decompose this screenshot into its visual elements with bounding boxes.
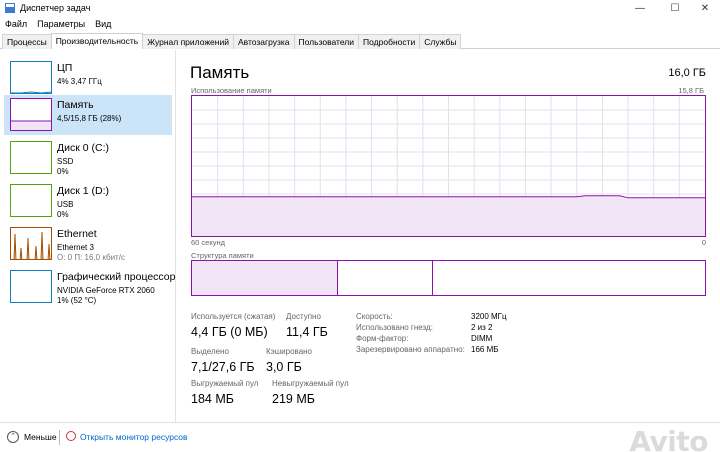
cached-label: Кэшировано bbox=[266, 347, 313, 356]
tab-services[interactable]: Службы bbox=[419, 34, 462, 49]
committed-value: 7,1/27,6 ГБ bbox=[191, 360, 255, 374]
disk0-thumbnail-graph bbox=[10, 141, 52, 174]
tab-app-history[interactable]: Журнал приложений bbox=[142, 34, 234, 49]
in-use-label: Используется (сжатая) bbox=[191, 312, 276, 321]
page-title: Память bbox=[190, 63, 250, 82]
tab-users[interactable]: Пользователи bbox=[293, 34, 360, 49]
ethernet-mini-chart bbox=[13, 231, 51, 259]
menu-bar: Файл Параметры Вид bbox=[0, 17, 720, 33]
form-factor-value: DIMM bbox=[471, 334, 493, 343]
sidebar-item-detail-2: 0% bbox=[57, 210, 69, 219]
chevron-up-icon[interactable]: ⌃ bbox=[7, 431, 19, 443]
sidebar-item-disk-1[interactable]: Диск 1 (D:) USB 0% bbox=[4, 181, 172, 221]
menu-options[interactable]: Параметры bbox=[32, 17, 90, 33]
available-label: Доступно bbox=[286, 312, 321, 321]
slots-value: 2 из 2 bbox=[471, 323, 493, 332]
memory-structure-bar bbox=[191, 260, 706, 296]
form-factor-label: Форм-фактор: bbox=[356, 334, 409, 343]
sidebar-item-detail: SSD bbox=[57, 157, 74, 166]
sidebar-item-label: Диск 0 (C:) bbox=[57, 142, 109, 154]
sidebar-item-disk-0[interactable]: Диск 0 (C:) SSD 0% bbox=[4, 138, 172, 178]
sidebar-item-label: ЦП bbox=[57, 62, 73, 74]
in-use-value: 4,4 ГБ (0 МБ) bbox=[191, 325, 268, 339]
minimize-button[interactable]: — bbox=[625, 0, 655, 17]
usage-area bbox=[192, 195, 705, 236]
sidebar-item-label: Диск 1 (D:) bbox=[57, 185, 109, 197]
menu-file[interactable]: Файл bbox=[0, 17, 32, 33]
sidebar-item-gpu[interactable]: Графический процессор NVIDIA GeForce RTX… bbox=[4, 267, 176, 307]
committed-label: Выделено bbox=[191, 347, 229, 356]
cpu-thumbnail-graph bbox=[10, 61, 52, 94]
memory-usage-chart bbox=[192, 96, 705, 236]
nonpaged-pool-label: Невыгружаемый пул bbox=[272, 379, 349, 388]
graph-time-right: 0 bbox=[701, 238, 706, 247]
resource-monitor-icon bbox=[66, 431, 76, 441]
close-button[interactable]: ✕ bbox=[690, 0, 720, 17]
tab-performance[interactable]: Производительность bbox=[50, 33, 144, 49]
tab-processes[interactable]: Процессы bbox=[2, 34, 52, 49]
structure-caption: Структура памяти bbox=[191, 251, 254, 260]
sidebar-item-memory[interactable]: Память 4,5/15,8 ГБ (28%) bbox=[4, 95, 172, 135]
hardware-reserved-label: Зарезервировано аппаратно: bbox=[356, 345, 465, 354]
hardware-reserved-value: 166 МБ bbox=[471, 345, 499, 354]
title-bar: Диспетчер задач — ☐ ✕ bbox=[0, 0, 720, 17]
structure-segment-modified bbox=[338, 261, 433, 295]
open-resource-monitor-link[interactable]: Открыть монитор ресурсов bbox=[80, 432, 188, 442]
tab-details[interactable]: Подробности bbox=[358, 34, 421, 49]
sidebar-item-ethernet[interactable]: Ethernet Ethernet 3 О: 0 П: 16,0 кбит/с bbox=[4, 224, 172, 264]
cpu-mini-chart bbox=[11, 91, 51, 93]
sidebar-item-detail: NVIDIA GeForce RTX 2060 bbox=[57, 286, 155, 295]
paged-pool-value: 184 МБ bbox=[191, 392, 234, 406]
sidebar-item-detail: 4,5/15,8 ГБ (28%) bbox=[57, 114, 122, 123]
memory-thumbnail-graph bbox=[10, 98, 52, 131]
performance-sidebar: ЦП 4% 3,47 ГГц Память 4,5/15,8 ГБ (28%) … bbox=[0, 50, 176, 422]
structure-segment-in-use bbox=[192, 261, 338, 295]
sidebar-item-detail-2: 1% (52 °C) bbox=[57, 296, 97, 305]
ethernet-thumbnail-graph bbox=[10, 227, 52, 260]
tab-strip: Процессы Производительность Журнал прило… bbox=[0, 33, 720, 49]
available-value: 11,4 ГБ bbox=[286, 325, 328, 339]
sidebar-item-cpu[interactable]: ЦП 4% 3,47 ГГц bbox=[4, 58, 172, 98]
footer-bar: ⌃ Меньше Открыть монитор ресурсов Avito bbox=[0, 422, 720, 452]
footer-divider bbox=[59, 430, 60, 445]
sidebar-item-detail-2: 0% bbox=[57, 167, 69, 176]
speed-label: Скорость: bbox=[356, 312, 393, 321]
sidebar-item-detail: Ethernet 3 bbox=[57, 243, 94, 252]
disk1-thumbnail-graph bbox=[10, 184, 52, 217]
memory-mini-chart bbox=[11, 120, 51, 130]
memory-panel: Память 16,0 ГБ Использование памяти 15,8… bbox=[177, 50, 720, 422]
task-manager-icon bbox=[5, 3, 15, 13]
maximize-button[interactable]: ☐ bbox=[660, 0, 690, 17]
menu-view[interactable]: Вид bbox=[90, 17, 116, 33]
usage-graph-caption: Использование памяти bbox=[191, 86, 272, 95]
sidebar-item-detail: USB bbox=[57, 200, 74, 209]
memory-usage-graph bbox=[191, 95, 706, 237]
sidebar-item-label: Графический процессор bbox=[57, 271, 176, 283]
window-title: Диспетчер задач bbox=[20, 3, 91, 13]
fewer-details-button[interactable]: Меньше bbox=[24, 432, 57, 442]
gpu-thumbnail-graph bbox=[10, 270, 52, 303]
usage-graph-max: 15,8 ГБ bbox=[678, 86, 704, 95]
nonpaged-pool-value: 219 МБ bbox=[272, 392, 315, 406]
avito-watermark: Avito bbox=[629, 425, 708, 452]
memory-total: 16,0 ГБ bbox=[668, 67, 706, 79]
graph-time-left: 60 секунд bbox=[191, 238, 225, 247]
tab-startup[interactable]: Автозагрузка bbox=[232, 34, 295, 49]
sidebar-item-detail-2: О: 0 П: 16,0 кбит/с bbox=[57, 253, 125, 262]
slots-label: Использовано гнезд: bbox=[356, 323, 433, 332]
cached-value: 3,0 ГБ bbox=[266, 360, 302, 374]
paged-pool-label: Выгружаемый пул bbox=[191, 379, 259, 388]
sidebar-item-label: Память bbox=[57, 99, 94, 111]
sidebar-item-detail: 4% 3,47 ГГц bbox=[57, 77, 102, 86]
sidebar-item-label: Ethernet bbox=[57, 228, 97, 240]
speed-value: 3200 МГц bbox=[471, 312, 507, 321]
